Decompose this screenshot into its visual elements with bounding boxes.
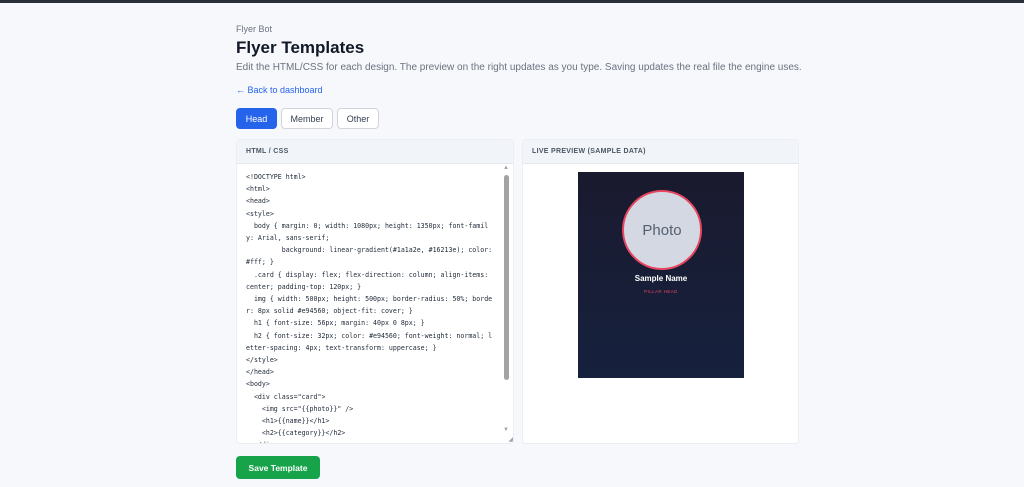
page-title: Flyer Templates [236,38,365,57]
template-tabs: Head Member Other [236,108,379,129]
editor-panel-header: HTML / CSS [237,140,513,164]
photo-placeholder: Photo [622,190,702,270]
breadcrumb: Flyer Bot [236,24,273,34]
tab-head[interactable]: Head [236,108,277,129]
tab-member[interactable]: Member [281,108,333,129]
preview-panel: LIVE PREVIEW (SAMPLE DATA) Photo Sample … [522,139,799,444]
scroll-up-icon[interactable]: ▲ [503,165,509,171]
tab-other[interactable]: Other [337,108,379,129]
top-bar [0,0,1024,3]
sample-category: PILLAR HEAD [644,289,678,294]
scrollbar-thumb[interactable] [504,175,509,380]
preview-panel-header: LIVE PREVIEW (SAMPLE DATA) [523,140,798,164]
editor-panel: HTML / CSS <!DOCTYPE html> <html> <head>… [236,139,514,444]
code-editor[interactable]: <!DOCTYPE html> <html> <head> <style> bo… [238,165,502,443]
save-template-button[interactable]: Save Template [236,456,320,479]
back-to-dashboard-link[interactable]: ← Back to dashboard [236,85,323,95]
editor-scrollbar[interactable]: ▲ ▼ [502,165,511,443]
flyer-preview: Photo Sample Name PILLAR HEAD [578,172,744,378]
resize-handle-icon[interactable]: ◢ [508,436,513,443]
sample-name: Sample Name [634,274,688,283]
page-subtitle: Edit the HTML/CSS for each design. The p… [236,62,802,73]
scroll-down-icon[interactable]: ▼ [503,427,509,433]
